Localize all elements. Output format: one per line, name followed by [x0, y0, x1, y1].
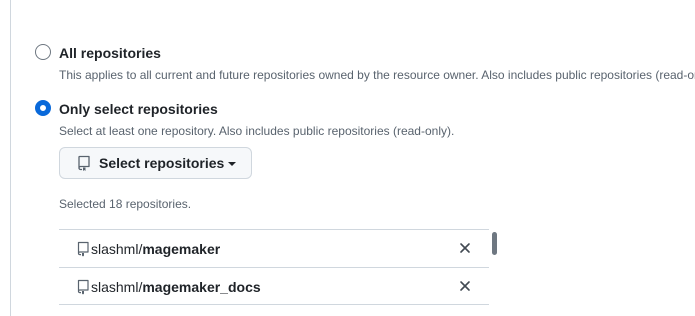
select-repositories-description: Select at least one repository. Also inc…	[59, 124, 455, 138]
repository-name: slashml/magemaker_docs	[91, 279, 261, 295]
select-repositories-button[interactable]: Select repositories	[59, 147, 252, 179]
list-scrollbar[interactable]	[492, 232, 497, 255]
repo-icon	[77, 279, 89, 295]
caret-down-icon	[228, 162, 237, 166]
select-repositories-radio[interactable]	[35, 100, 51, 116]
repo-icon	[77, 241, 89, 257]
selected-repositories-list: slashml/magemaker slashml/magemaker_docs	[59, 229, 489, 305]
close-icon	[460, 243, 470, 253]
close-icon	[460, 281, 470, 291]
repository-repo: magemaker	[142, 241, 221, 257]
repository-name: slashml/magemaker	[91, 241, 220, 257]
repository-row: slashml/magemaker_docs	[59, 267, 489, 305]
repository-access-panel: All repositories This applies to all cur…	[0, 0, 695, 316]
repository-repo: magemaker_docs	[142, 279, 261, 295]
select-repositories-label: Select repositories	[99, 155, 225, 171]
repo-icon	[77, 155, 91, 171]
repository-row: slashml/magemaker	[59, 229, 489, 267]
repository-owner: slashml/	[91, 279, 143, 295]
select-repositories-title[interactable]: Only select repositories	[59, 100, 218, 118]
repository-owner: slashml/	[91, 241, 143, 257]
all-repositories-description: This applies to all current and future r…	[59, 68, 695, 82]
remove-repository-button[interactable]	[457, 240, 473, 256]
remove-repository-button[interactable]	[457, 278, 473, 294]
all-repositories-title[interactable]: All repositories	[59, 44, 161, 62]
selected-count-text: Selected 18 repositories.	[59, 197, 192, 211]
section-divider	[10, 0, 11, 316]
all-repositories-radio[interactable]	[35, 44, 51, 60]
